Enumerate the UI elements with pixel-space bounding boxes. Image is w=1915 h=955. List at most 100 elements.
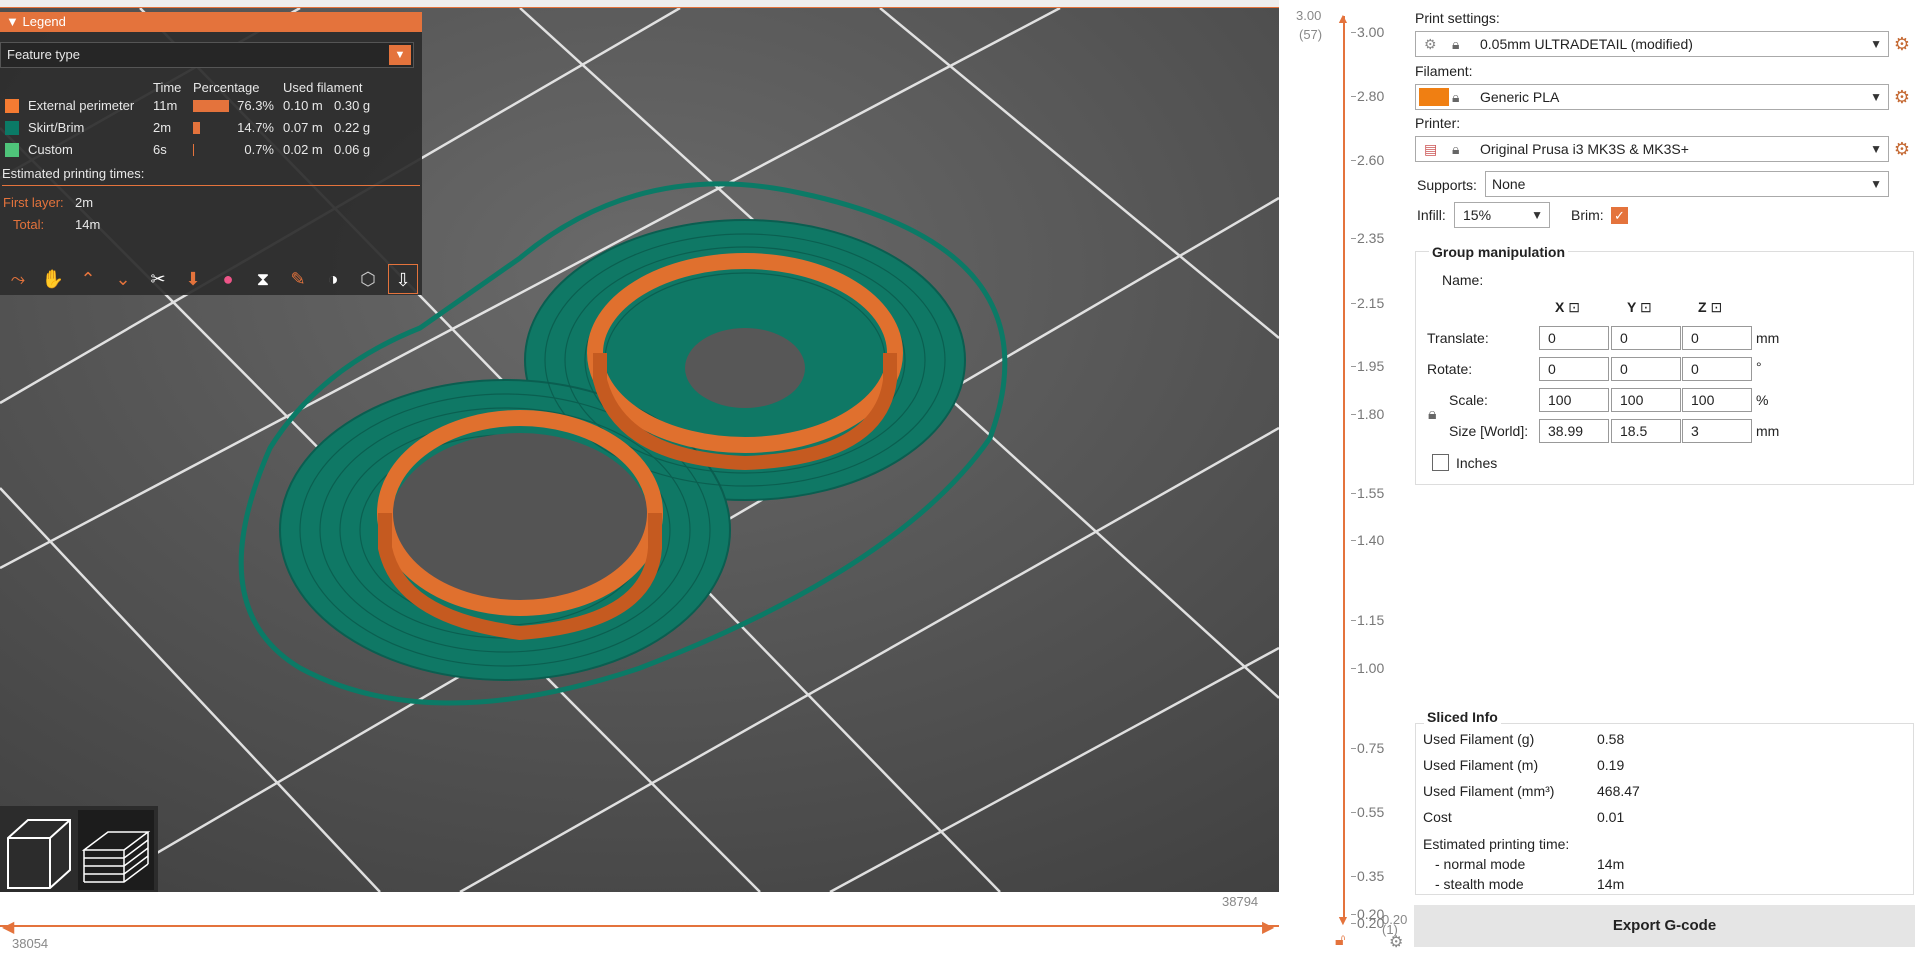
vslider-tick-mark xyxy=(1351,414,1356,415)
sliced-info-label: Cost xyxy=(1423,809,1452,825)
est-time-label: Estimated printing time: xyxy=(1423,836,1570,852)
rotate-z-field[interactable]: 0 xyxy=(1682,357,1752,381)
printer-value: Original Prusa i3 MK3S & MK3S+ xyxy=(1480,141,1689,157)
infill-value: 15% xyxy=(1463,207,1492,223)
hslider-left-value: 38054 xyxy=(12,936,49,951)
horizontal-move-slider[interactable]: ◀ ▶ 38794 38054 xyxy=(0,892,1279,955)
legend-row-name: External perimeter xyxy=(28,98,135,113)
vslider-tick-mark xyxy=(1351,32,1356,33)
legend-row-weight: 0.06 g xyxy=(334,142,371,157)
hslider-right-thumb[interactable]: ▶ xyxy=(1262,917,1274,937)
size-y-field[interactable]: 18.5 xyxy=(1611,419,1681,443)
rotate-y-field[interactable]: 0 xyxy=(1611,357,1681,381)
tool-marker-icon[interactable]: ⇩ xyxy=(388,264,418,294)
est-times-section: Estimated printing times: xyxy=(2,166,420,186)
vslider-tick-label: 1.80 xyxy=(1357,406,1385,422)
supports-combo[interactable]: None ▼ xyxy=(1485,171,1889,197)
legend-row-percentage-bar xyxy=(193,122,200,134)
size-x-field[interactable]: 38.99 xyxy=(1539,419,1609,443)
printer-combo[interactable]: ▤ 🔒︎ Original Prusa i3 MK3S & MK3S+ ▼ xyxy=(1415,136,1889,162)
legend-row-length: 0.10 m xyxy=(283,98,323,113)
legend-row-length: 0.02 m xyxy=(283,142,323,157)
vslider-bottom-thumb[interactable]: ▼ xyxy=(1336,912,1350,928)
col-header-used-filament: Used filament xyxy=(283,80,363,95)
vslider-tick-mark xyxy=(1351,238,1356,239)
retractions-icon[interactable]: ⌃ xyxy=(73,264,103,294)
wipe-icon[interactable]: ✋ xyxy=(38,264,68,294)
rotate-label: Rotate: xyxy=(1427,361,1473,377)
legend-title: Legend xyxy=(22,14,66,29)
col-header-time: Time xyxy=(153,80,182,95)
name-label: Name: xyxy=(1442,272,1484,288)
print-settings-combo[interactable]: ⚙ 🔒︎ 0.05mm ULTRADETAIL (modified) ▼ xyxy=(1415,31,1889,57)
chevron-down-icon: ▼ xyxy=(1870,142,1882,156)
printer-edit-icon[interactable]: ⚙ xyxy=(1892,139,1912,159)
translate-x-field[interactable]: 0 xyxy=(1539,326,1609,350)
deretractions-icon[interactable]: ⌄ xyxy=(108,264,138,294)
first-layer-value: 2m xyxy=(75,195,94,210)
first-layer-label: First layer: xyxy=(3,195,64,210)
view-switcher xyxy=(0,806,158,892)
collapse-triangle-icon: ▼ xyxy=(6,14,19,29)
filament-color-swatch[interactable] xyxy=(1419,88,1449,106)
filament-edit-icon[interactable]: ⚙ xyxy=(1892,87,1912,107)
chevron-down-icon[interactable]: ▼ xyxy=(389,45,411,65)
uniform-scale-lock-icon[interactable]: 🔒︎ xyxy=(1428,406,1437,424)
translate-z-field[interactable]: 0 xyxy=(1682,326,1752,350)
legend-row[interactable]: External perimeter 11m 76.3% 0.10 m 0.30 g xyxy=(0,96,420,116)
infill-combo[interactable]: 15% ▼ xyxy=(1454,202,1550,228)
custom-gcodes-icon[interactable]: ✎ xyxy=(283,264,313,294)
rotate-x-field[interactable]: 0 xyxy=(1539,357,1609,381)
sliced-info-label: Used Filament (mm³) xyxy=(1423,783,1555,799)
size-label: Size [World]: xyxy=(1449,423,1529,439)
3d-view-icon[interactable] xyxy=(2,810,74,890)
legend-header[interactable]: ▼ Legend xyxy=(0,12,422,32)
inches-checkbox[interactable] xyxy=(1432,454,1449,471)
vslider-tick-label: 0.35 xyxy=(1357,868,1385,884)
scale-x-field[interactable]: 100 xyxy=(1539,388,1609,412)
view-type-value: Feature type xyxy=(7,47,80,62)
filament-value: Generic PLA xyxy=(1480,89,1560,105)
scale-y-field[interactable]: 100 xyxy=(1611,388,1681,412)
normal-mode-value: 14m xyxy=(1597,856,1625,872)
vertical-layer-slider[interactable]: ▲ ▼ 3.00 (57) 0.20 (1) 🔓︎ ⚙ xyxy=(1279,0,1414,955)
vslider-tick-mark xyxy=(1351,160,1356,161)
legend-row-time: 6s xyxy=(153,142,167,157)
unlock-icon[interactable]: 🔓︎ xyxy=(1335,932,1345,950)
brim-checkbox[interactable]: ✓ xyxy=(1611,207,1628,224)
vslider-tick-label: 2.15 xyxy=(1357,295,1385,311)
export-gcode-button[interactable]: Export G-code xyxy=(1414,905,1915,947)
hslider-left-thumb[interactable]: ◀ xyxy=(2,917,14,937)
chevron-down-icon: ▼ xyxy=(1531,208,1543,222)
translate-y-field[interactable]: 0 xyxy=(1611,326,1681,350)
color-changes-icon[interactable]: ● xyxy=(213,264,243,294)
seams-icon[interactable]: ✂ xyxy=(143,264,173,294)
filament-combo[interactable]: 🔒︎ Generic PLA ▼ xyxy=(1415,84,1889,110)
print-settings-edit-icon[interactable]: ⚙ xyxy=(1892,34,1912,54)
legend-row[interactable]: Custom 6s 0.7% 0.02 m 0.06 g xyxy=(0,140,420,160)
cog-icon[interactable]: ⚙ xyxy=(1389,932,1403,952)
lock-icon: 🔒︎ xyxy=(1452,36,1460,52)
legend-row-percentage-bar xyxy=(193,144,194,156)
shells-icon[interactable]: ⬡ xyxy=(353,264,383,294)
printer-label: Printer: xyxy=(1415,115,1461,131)
size-z-field[interactable]: 3 xyxy=(1682,419,1752,443)
legend-row-percentage: 0.7% xyxy=(244,142,274,157)
scale-unit: % xyxy=(1756,392,1769,408)
pause-prints-icon[interactable]: ⧗ xyxy=(248,264,278,294)
col-header-percentage: Percentage xyxy=(193,80,260,95)
scale-z-field[interactable]: 100 xyxy=(1682,388,1752,412)
travel-icon[interactable]: ⤳ xyxy=(3,264,33,294)
sliced-info-value: 468.47 xyxy=(1597,783,1640,799)
tool-changes-icon[interactable]: ⬇ xyxy=(178,264,208,294)
vslider-tick-label: 2.80 xyxy=(1357,88,1385,104)
supports-value: None xyxy=(1492,176,1526,192)
legend-row[interactable]: Skirt/Brim 2m 14.7% 0.07 m 0.22 g xyxy=(0,118,420,138)
inches-label: Inches xyxy=(1456,455,1498,471)
center-of-gravity-icon[interactable]: ◑ xyxy=(318,264,348,294)
vslider-top-thumb[interactable]: ▲ xyxy=(1336,10,1350,26)
vslider-tick-label: 2.60 xyxy=(1357,152,1385,168)
view-type-select[interactable]: Feature type ▼ xyxy=(0,42,414,68)
vslider-tick-label: 1.95 xyxy=(1357,358,1385,374)
preview-layers-icon[interactable] xyxy=(78,810,154,890)
